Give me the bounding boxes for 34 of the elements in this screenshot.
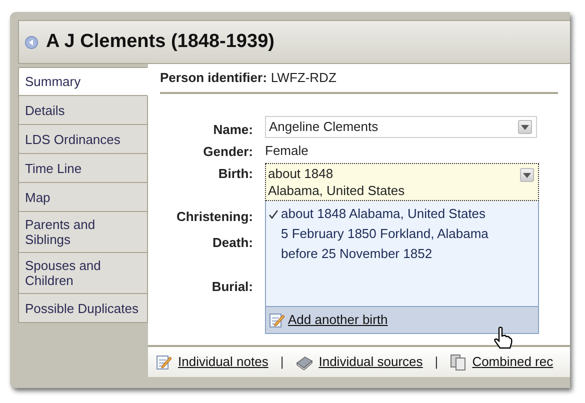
hand-cursor-icon xyxy=(493,326,513,350)
sidebar-tab[interactable]: Details xyxy=(18,96,148,125)
field-label: Death: xyxy=(212,235,253,250)
edit-note-icon xyxy=(269,312,285,328)
footer-link[interactable]: Individual sources xyxy=(318,352,423,372)
field-label: Christening: xyxy=(176,209,253,224)
identifier-value: LWFZ-RDZ xyxy=(270,69,336,88)
field-label: Birth: xyxy=(218,166,253,181)
page-title: A J Clements (1848-1939) xyxy=(46,30,274,54)
separator-text: | xyxy=(280,353,284,372)
identifier-label: Person identifier: xyxy=(160,69,267,88)
sidebar-tab[interactable]: Possible Duplicates xyxy=(18,294,148,323)
birth-select[interactable]: about 1848 Alabama, United States xyxy=(265,163,539,201)
separator-text: | xyxy=(434,353,438,372)
field-label: Burial: xyxy=(212,279,253,294)
dropdown-option[interactable]: 5 February 1850 Forkland, Alabama xyxy=(269,224,538,244)
sidebar-tab[interactable]: Time Line xyxy=(18,154,148,183)
footer-link[interactable]: Combined rec xyxy=(472,352,554,372)
name-select[interactable]: Angeline Clements xyxy=(265,116,537,138)
back-icon[interactable] xyxy=(25,36,38,48)
sidebar-tab[interactable]: Map xyxy=(18,183,148,212)
field-label: Gender: xyxy=(203,144,253,159)
book-icon xyxy=(296,354,313,370)
dropdown-option[interactable]: about 1848 Alabama, United States xyxy=(269,204,538,224)
documents-icon xyxy=(450,354,466,370)
sidebar-tab[interactable]: Parents and Siblings xyxy=(18,212,148,253)
sidebar-tab[interactable]: Spouses and Children xyxy=(18,253,148,294)
dropdown-option[interactable]: before 25 November 1852 xyxy=(269,244,538,264)
sidebar-tab[interactable]: LDS Ordinances xyxy=(18,125,148,154)
footer-link[interactable]: Individual notes xyxy=(178,352,268,372)
edit-note-icon xyxy=(156,354,172,370)
field-value: Female xyxy=(265,143,308,158)
sidebar-tab[interactable]: Summary xyxy=(18,67,148,96)
field-label: Name: xyxy=(213,122,253,137)
